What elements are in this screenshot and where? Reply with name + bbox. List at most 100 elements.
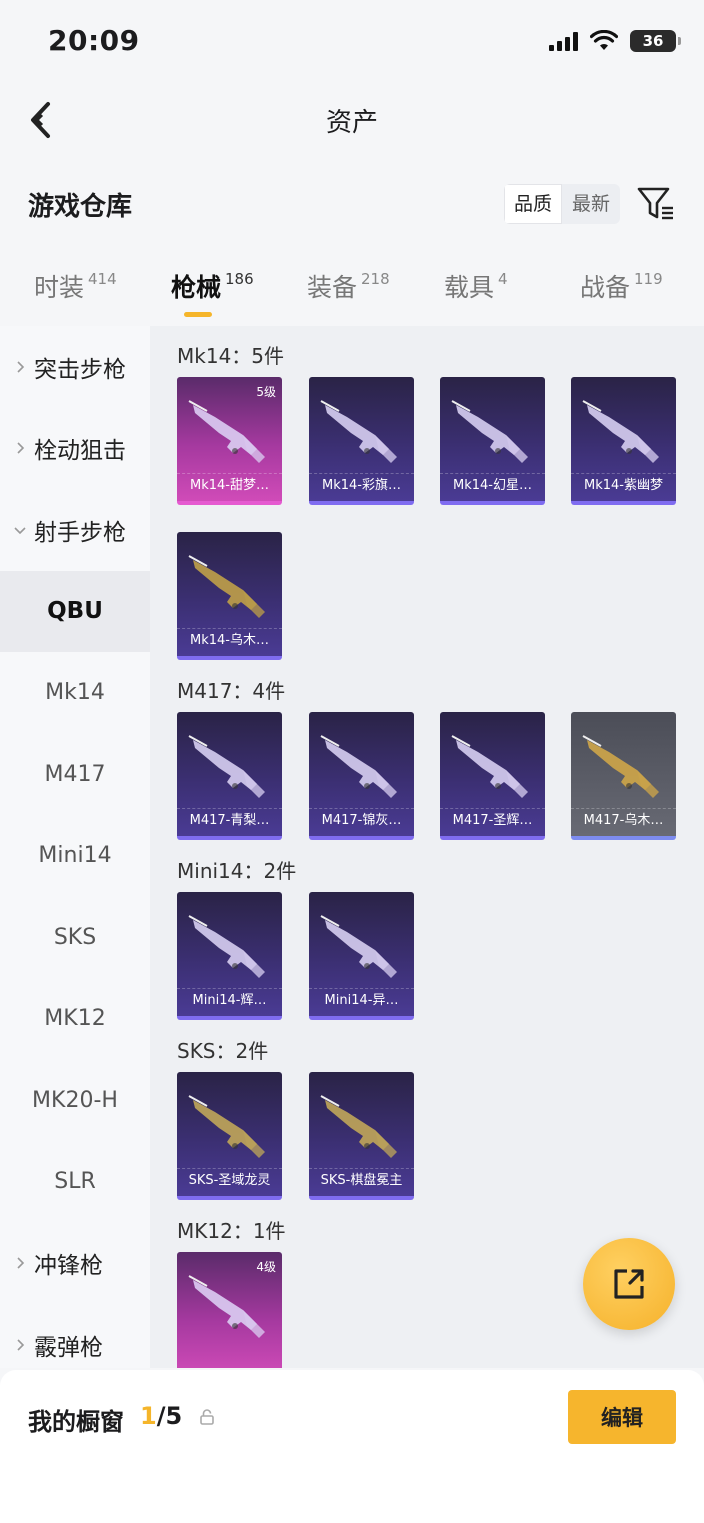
tab-label: 装备	[307, 273, 358, 302]
weapon-skin-card[interactable]: M417-青梨…	[177, 712, 282, 840]
weapon-skin-card[interactable]: M417-乌木…	[571, 712, 676, 840]
page-title: 资产	[325, 108, 378, 138]
cellular-signal-icon	[549, 31, 578, 51]
sidebar-group-label: 霰弹枪	[34, 1334, 103, 1361]
sidebar-item-mk14[interactable]: Mk14	[0, 652, 150, 734]
sidebar-item-mini14[interactable]: Mini14	[0, 815, 150, 897]
tab-count: 119	[634, 270, 663, 288]
tab-weapons[interactable]: 枪械 186	[171, 268, 254, 304]
sidebar-item-sks[interactable]: SKS	[0, 897, 150, 979]
sidebar-group-marksman-rifles[interactable]: 射手步枪	[0, 489, 150, 571]
weapon-group-title: Mini14：2件	[177, 859, 297, 883]
sidebar-item-slr[interactable]: SLR	[0, 1141, 150, 1223]
sidebar-item-mk20h[interactable]: MK20-H	[0, 1060, 150, 1142]
skin-name: Mini14-辉…	[177, 988, 282, 1012]
weapon-skin-card[interactable]: SKS-圣域龙灵	[177, 1072, 282, 1200]
showcase-total: /5	[156, 1402, 183, 1430]
edit-button[interactable]: 编辑	[568, 1390, 676, 1444]
rifle-icon	[582, 400, 659, 463]
sidebar-group-label: 冲锋枪	[34, 1253, 103, 1280]
weapon-skin-card[interactable]: M417-锦灰…	[309, 712, 414, 840]
weapon-skin-card[interactable]: M417-圣辉…	[440, 712, 545, 840]
rifle-icon	[188, 1275, 265, 1338]
filter-icon	[637, 187, 673, 220]
weapon-skin-card[interactable]: Mk14-乌木…	[177, 532, 282, 660]
weapon-skin-card[interactable]: 5级 Mk14-甜梦…	[177, 377, 282, 505]
skin-name: Mk14-甜梦…	[177, 473, 282, 497]
sidebar: 突击步枪 栓动狙击 射手步枪 QBU Mk14 M417 Mini14 SKS …	[0, 326, 150, 1368]
tab-fashion[interactable]: 时装 414	[34, 268, 117, 304]
weapon-skin-card[interactable]: Mk14-紫幽梦	[571, 377, 676, 505]
status-icons: 36	[549, 30, 681, 52]
skin-name: Mk14-彩旗…	[309, 473, 414, 497]
wifi-icon	[590, 30, 618, 50]
warehouse-title: 游戏仓库	[28, 192, 133, 222]
chevron-right-icon	[17, 1339, 25, 1351]
skin-level-badge: 5级	[256, 385, 276, 399]
rifle-icon	[451, 400, 528, 463]
weapon-skin-card[interactable]: Mk14-彩旗…	[309, 377, 414, 505]
sidebar-group-label: 栓动狙击	[34, 438, 126, 465]
skin-name: SKS-棋盘冕主	[309, 1168, 414, 1192]
rifle-icon	[188, 735, 265, 798]
tab-supplies[interactable]: 战备 119	[580, 268, 663, 304]
section-header: 游戏仓库 品质 最新	[0, 170, 704, 238]
rifle-icon	[320, 1095, 397, 1158]
skin-name: M417-锦灰…	[309, 808, 414, 832]
showcase-current: 1	[140, 1402, 157, 1430]
showcase-count: 1/5	[140, 1402, 182, 1430]
weapon-group-title: MK12：1件	[177, 1219, 286, 1243]
showcase-bar: 我的橱窗 1/5 编辑	[0, 1370, 704, 1523]
tab-label: 战备	[580, 273, 631, 302]
showcase-title: 我的橱窗	[28, 1408, 124, 1436]
tab-count: 186	[225, 270, 254, 288]
filter-button[interactable]	[636, 184, 676, 224]
tab-label: 载具	[444, 273, 495, 302]
tab-equipment[interactable]: 装备 218	[307, 268, 390, 304]
rifle-icon	[320, 915, 397, 978]
weapon-grid: Mk14：5件 5级 Mk14-甜梦… Mk14-彩旗… Mk14-幻星… Mk14-紫幽…	[150, 326, 704, 1368]
rifle-icon	[188, 400, 265, 463]
chevron-right-icon	[17, 1257, 25, 1269]
sidebar-group-bolt-snipers[interactable]: 栓动狙击	[0, 408, 150, 490]
sidebar-item-qbu[interactable]: QBU	[0, 570, 150, 652]
nav-bar: 资产	[0, 84, 704, 158]
status-time: 20:09	[48, 24, 140, 57]
sidebar-group-label: 突击步枪	[34, 356, 126, 383]
skin-level-badge: 4级	[256, 1260, 276, 1274]
sidebar-group-smgs[interactable]: 冲锋枪	[0, 1223, 150, 1305]
active-tab-indicator	[184, 312, 212, 317]
weapon-skin-card[interactable]: 4级	[177, 1252, 282, 1368]
tab-label: 枪械	[171, 273, 222, 302]
weapon-group-title: Mk14：5件	[177, 344, 285, 368]
share-icon	[614, 1269, 644, 1299]
rifle-icon	[582, 735, 659, 798]
tab-count: 4	[498, 270, 508, 288]
rifle-icon	[451, 735, 528, 798]
sidebar-group-assault-rifles[interactable]: 突击步枪	[0, 326, 150, 408]
battery-icon: 36	[630, 30, 681, 52]
weapon-skin-card[interactable]: SKS-棋盘冕主	[309, 1072, 414, 1200]
skin-name: M417-青梨…	[177, 808, 282, 832]
sidebar-item-mk12[interactable]: MK12	[0, 978, 150, 1060]
sidebar-group-shotguns[interactable]: 霰弹枪	[0, 1304, 150, 1368]
share-button[interactable]	[583, 1238, 675, 1330]
weapon-group-title: M417：4件	[177, 679, 286, 703]
rifle-icon	[320, 400, 397, 463]
tab-count: 414	[88, 270, 117, 288]
status-bar: 20:09 36	[0, 0, 704, 84]
category-tabs: 时装 414 枪械 186 装备 218 载具 4 战备 119	[0, 262, 704, 326]
sort-quality-button[interactable]: 品质	[504, 184, 563, 224]
sidebar-item-m417[interactable]: M417	[0, 734, 150, 816]
weapon-skin-card[interactable]: Mini14-异…	[309, 892, 414, 1020]
sort-newest-button[interactable]: 最新	[562, 184, 620, 224]
weapon-skin-card[interactable]: Mk14-幻星…	[440, 377, 545, 505]
sort-toggle: 品质 最新	[504, 184, 621, 224]
weapon-group-title: SKS：2件	[177, 1039, 269, 1063]
skin-name: Mk14-乌木…	[177, 628, 282, 652]
tab-vehicles[interactable]: 载具 4	[444, 268, 508, 304]
skin-name: Mk14-紫幽梦	[571, 473, 676, 497]
skin-name: SKS-圣域龙灵	[177, 1168, 282, 1192]
weapon-skin-card[interactable]: Mini14-辉…	[177, 892, 282, 1020]
rifle-icon	[188, 555, 265, 618]
